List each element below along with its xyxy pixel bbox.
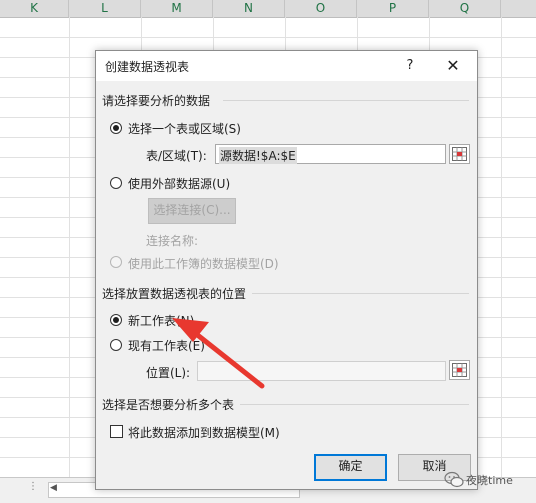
radio-external-source[interactable] — [110, 177, 122, 189]
radio-existing-worksheet-label[interactable]: 现有工作表(E) — [128, 337, 205, 354]
range-input-value: 源数据!$A:$E — [219, 147, 297, 164]
radio-new-worksheet-label[interactable]: 新工作表(N) — [128, 312, 194, 329]
range-field-label: 表/区域(T): — [146, 149, 207, 163]
add-to-data-model-label[interactable]: 将此数据添加到数据模型(M) — [128, 424, 280, 441]
location-collapse-button[interactable] — [449, 360, 470, 380]
column-header-n[interactable]: N — [213, 0, 285, 17]
close-button[interactable]: ✕ — [442, 55, 464, 77]
range-input[interactable]: 源数据!$A:$E — [215, 144, 446, 164]
section-location-heading: 选择放置数据透视表的位置 — [102, 287, 247, 301]
create-pivot-table-dialog: 创建数据透视表 ? ✕ 请选择要分析的数据 选择一个表或区域(S) 表/区域(T… — [95, 50, 478, 490]
group-divider — [252, 293, 469, 294]
range-selector-icon — [452, 147, 467, 161]
grid-line — [69, 17, 70, 477]
more-sheets-icon[interactable]: ⋮ — [28, 481, 38, 492]
location-input[interactable] — [197, 361, 446, 381]
dialog-titlebar[interactable]: 创建数据透视表 ? ✕ — [96, 51, 477, 81]
watermark: 夜晓time — [442, 468, 532, 492]
column-header-bar: K L M N O P Q — [0, 0, 536, 18]
help-button[interactable]: ? — [399, 55, 421, 77]
ok-button[interactable]: 确定 — [314, 454, 387, 481]
grid-line — [501, 17, 502, 477]
radio-use-data-model-label[interactable]: 使用此工作簿的数据模型(D) — [128, 255, 279, 272]
dialog-title: 创建数据透视表 — [105, 60, 190, 74]
add-to-data-model-checkbox[interactable] — [110, 425, 123, 438]
watermark-text: 夜晓time — [466, 474, 513, 487]
wechat-icon — [444, 471, 464, 488]
group-divider — [240, 404, 469, 405]
choose-connection-button[interactable]: 选择连接(C)... — [148, 198, 236, 224]
column-header-p[interactable]: P — [357, 0, 429, 17]
radio-existing-worksheet[interactable] — [110, 339, 122, 351]
column-header-o[interactable]: O — [285, 0, 357, 17]
section-data-heading: 请选择要分析的数据 — [102, 94, 211, 108]
column-header-l[interactable]: L — [69, 0, 141, 17]
range-collapse-button[interactable] — [449, 144, 470, 164]
group-divider — [223, 100, 469, 101]
column-header-k[interactable]: K — [0, 0, 69, 17]
column-header-q[interactable]: Q — [429, 0, 501, 17]
column-header-m[interactable]: M — [141, 0, 213, 17]
location-field-label: 位置(L): — [146, 366, 191, 380]
radio-use-data-model[interactable] — [110, 256, 122, 268]
grid-line — [0, 37, 536, 38]
range-selector-icon — [452, 363, 467, 377]
scroll-left-icon[interactable]: ◀ — [50, 483, 57, 493]
connection-name-label: 连接名称: — [146, 234, 199, 248]
radio-select-range[interactable] — [110, 122, 122, 134]
radio-external-source-label[interactable]: 使用外部数据源(U) — [128, 175, 230, 192]
radio-new-worksheet[interactable] — [110, 314, 122, 326]
radio-select-range-label[interactable]: 选择一个表或区域(S) — [128, 120, 241, 137]
section-multiple-tables-heading: 选择是否想要分析多个表 — [102, 398, 235, 412]
